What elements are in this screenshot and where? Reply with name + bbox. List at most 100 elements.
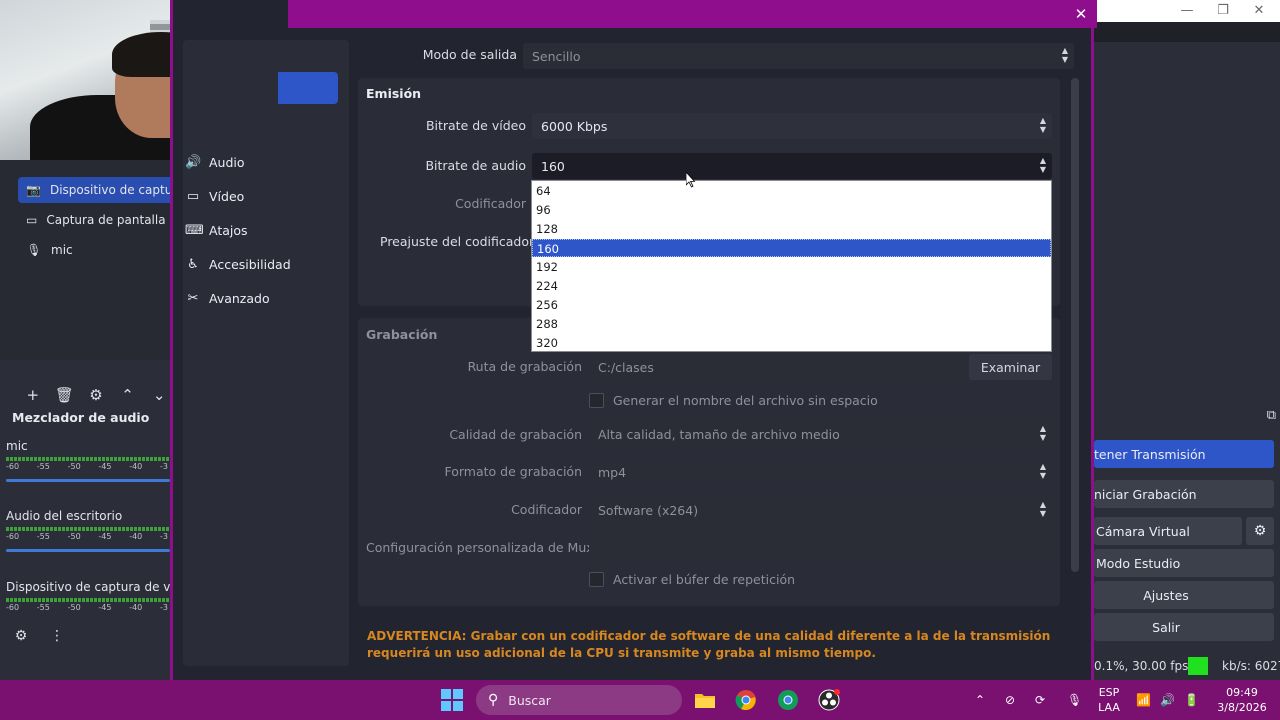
- taskbar-search[interactable]: ⚲ Buscar: [476, 685, 682, 715]
- dropdown-option[interactable]: 288: [532, 315, 1051, 333]
- volume-slider[interactable]: [6, 549, 170, 552]
- studio-mode-button[interactable]: Modo Estudio: [1094, 549, 1274, 577]
- chevron-down-icon[interactable]: ⌄: [148, 384, 170, 406]
- spinner-arrows-icon[interactable]: ▲ ▼: [1040, 116, 1046, 134]
- sidebar-item-selected[interactable]: [278, 72, 338, 104]
- network-off-icon[interactable]: ⊘: [1005, 680, 1015, 720]
- keyboard-icon: ⌨: [185, 222, 204, 238]
- settings-label: Ajustes: [1143, 587, 1189, 603]
- recording-path-label: Ruta de grabación: [467, 359, 582, 374]
- start-recording-button[interactable]: niciar Grabación: [1094, 480, 1274, 508]
- sidebar-item-accessibility[interactable]: ♿ Accesibilidad: [185, 252, 290, 276]
- recording-encoder-value: Software (x264): [598, 502, 699, 518]
- volume-icon[interactable]: 🔊: [1160, 680, 1175, 720]
- microphone-icon[interactable]: 🎙: [1067, 680, 1082, 720]
- gear-icon[interactable]: ⚙: [85, 384, 107, 406]
- dropdown-option[interactable]: 192: [532, 258, 1051, 276]
- mixer-channel: Dispositivo de captura de vid -60 -55 -5…: [6, 580, 170, 612]
- tick-label: -40: [129, 462, 143, 471]
- muxer-settings-input[interactable]: [589, 533, 1052, 562]
- battery-icon[interactable]: 🔋: [1184, 680, 1199, 720]
- recording-quality-value: Alta calidad, tamaño de archivo medio: [598, 426, 840, 442]
- close-icon[interactable]: ✕: [1071, 4, 1091, 24]
- source-item[interactable]: ▭ Captura de pantalla 2: [18, 207, 170, 233]
- obs-titlebar: — ❐ ✕: [1094, 0, 1280, 22]
- spinner-arrows-icon: ▲ ▼: [1039, 156, 1046, 174]
- clock-date: 3/8/2026: [1217, 701, 1267, 714]
- chevron-up-icon[interactable]: ⌃: [117, 384, 139, 406]
- audio-bitrate-select[interactable]: 160 ▲ ▼: [532, 153, 1052, 179]
- sidebar-item-label: Vídeo: [209, 188, 245, 204]
- clock[interactable]: 09:49 3/8/2026: [1212, 685, 1272, 715]
- recording-encoder-select[interactable]: Software (x264) ▲ ▼: [589, 497, 1052, 523]
- virtual-camera-button[interactable]: Cámara Virtual: [1094, 517, 1242, 545]
- search-icon: ⚲: [488, 692, 499, 708]
- browse-button[interactable]: Examinar: [969, 354, 1052, 380]
- encoder-preset-label: Preajuste del codificador: [380, 234, 535, 249]
- dropdown-option[interactable]: 64: [532, 182, 1051, 200]
- audio-bitrate-dropdown: 64 96 128 160 192 224 256 288 320: [531, 180, 1052, 352]
- stream-health-indicator: [1188, 657, 1208, 675]
- volume-slider[interactable]: [6, 479, 170, 482]
- trash-icon[interactable]: 🗑: [54, 384, 76, 406]
- virtual-camera-settings-icon[interactable]: ⚙: [1246, 517, 1274, 545]
- minimize-icon[interactable]: —: [1172, 2, 1202, 20]
- sidebar-item-audio[interactable]: 🔊 Audio: [185, 150, 245, 174]
- taskbar: ⚲ Buscar ⌃ ⊘ ⟳ 🎙 ESP LAA 📶 🔊 🔋 09:49 3/8…: [0, 680, 1280, 720]
- keyboard-language[interactable]: ESP LAA: [1096, 685, 1122, 715]
- stop-stream-button[interactable]: tener Transmisión: [1094, 440, 1274, 468]
- sync-icon[interactable]: ⟳: [1035, 680, 1045, 720]
- mixer-title: Mezclador de audio: [12, 410, 150, 425]
- meter-ticks: -60 -55 -50 -45 -40 -3: [6, 462, 170, 471]
- recording-quality-select[interactable]: Alta calidad, tamaño de archivo medio ▲ ▼: [589, 421, 1052, 447]
- maximize-icon[interactable]: ❐: [1208, 2, 1238, 20]
- dropdown-option[interactable]: 256: [532, 296, 1051, 314]
- chrome-icon[interactable]: [734, 688, 758, 712]
- more-options-icon[interactable]: ⋮: [46, 625, 68, 647]
- recording-path-input[interactable]: C:/clases: [589, 354, 962, 380]
- tray-chevron-icon[interactable]: ⌃: [975, 680, 985, 720]
- advanced-audio-icon[interactable]: ⚙: [10, 625, 32, 647]
- settings-scrollbar[interactable]: [1071, 78, 1079, 572]
- checkbox-box[interactable]: [589, 572, 604, 587]
- dock-icon[interactable]: ⧉: [1267, 408, 1276, 423]
- dropdown-option[interactable]: 96: [532, 201, 1051, 219]
- file-explorer-icon[interactable]: [693, 688, 717, 712]
- tick-label: -3: [159, 603, 168, 612]
- checkbox-box[interactable]: [589, 393, 604, 408]
- dropdown-option[interactable]: 320: [532, 334, 1051, 352]
- source-item[interactable]: 🎙 mic: [18, 237, 170, 263]
- no-space-filename-checkbox[interactable]: Generar el nombre del archivo sin espaci…: [589, 393, 878, 408]
- tick-label: -40: [129, 532, 143, 541]
- windows-start-icon[interactable]: [440, 688, 464, 712]
- tick-label: -40: [129, 603, 143, 612]
- add-icon[interactable]: +: [22, 384, 44, 406]
- encoder-warning: ADVERTENCIA: Grabar con un codificador d…: [367, 629, 1051, 660]
- mouse-cursor-icon: [686, 172, 696, 188]
- exit-button[interactable]: Salir: [1094, 613, 1274, 641]
- search-placeholder: Buscar: [508, 692, 551, 708]
- wifi-icon[interactable]: 📶: [1136, 680, 1151, 720]
- spinner-arrows-icon: ▲ ▼: [1039, 500, 1046, 518]
- tick-label: -60: [6, 462, 20, 471]
- close-icon[interactable]: ✕: [1244, 2, 1274, 20]
- sidebar-item-video[interactable]: ▭ Vídeo: [185, 184, 244, 208]
- tick-label: -3: [159, 532, 168, 541]
- replay-buffer-checkbox[interactable]: Activar el búfer de repetición: [589, 572, 795, 587]
- chrome-profile-icon[interactable]: [776, 688, 800, 712]
- checkbox-label: Generar el nombre del archivo sin espaci…: [613, 393, 878, 408]
- obs-icon[interactable]: [817, 688, 841, 712]
- dropdown-option-selected[interactable]: 160: [532, 239, 1051, 257]
- recording-format-select[interactable]: mp4 ▲ ▼: [589, 459, 1052, 485]
- output-mode-select[interactable]: Sencillo ▲ ▼: [523, 43, 1074, 69]
- settings-button[interactable]: Ajustes: [1094, 581, 1274, 609]
- video-bitrate-spinbox[interactable]: 6000 Kbps ▲ ▼: [532, 113, 1052, 139]
- dropdown-option[interactable]: 224: [532, 277, 1051, 295]
- sidebar-item-advanced[interactable]: ✂ Avanzado: [185, 286, 270, 310]
- dialog-titlebar: ✕: [288, 0, 1097, 28]
- volume-meter: [6, 598, 170, 602]
- dropdown-option[interactable]: 128: [532, 220, 1051, 238]
- sidebar-item-hotkeys[interactable]: ⌨ Atajos: [185, 218, 248, 242]
- clock-time: 09:49: [1226, 686, 1258, 699]
- source-item[interactable]: 📷 Dispositivo de captura: [18, 177, 170, 203]
